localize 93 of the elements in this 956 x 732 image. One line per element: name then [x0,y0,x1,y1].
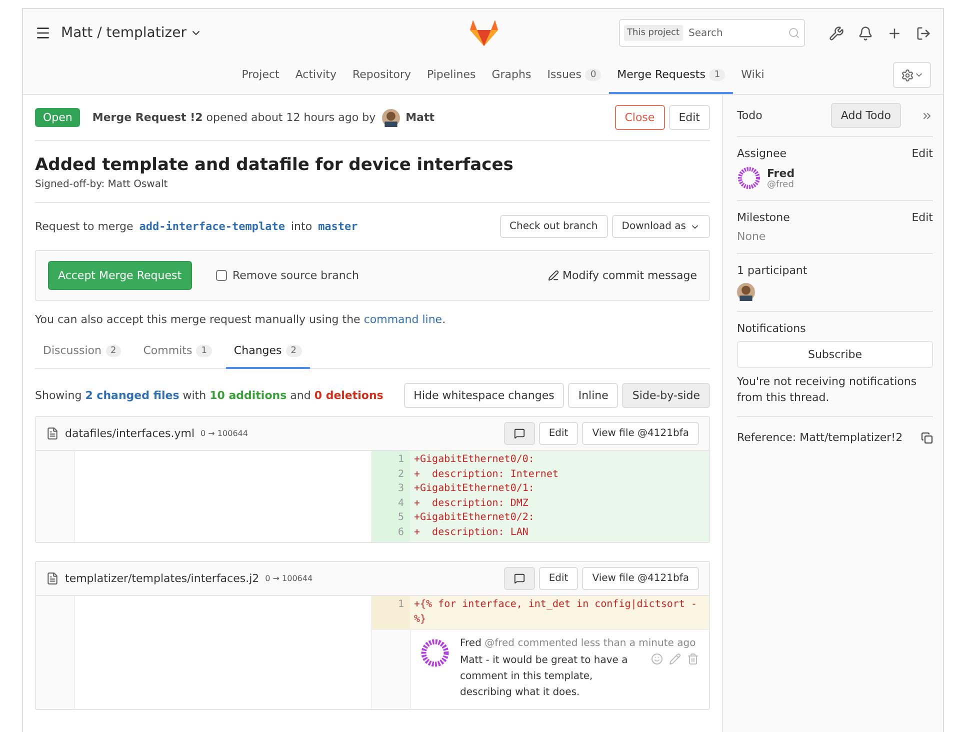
author-name[interactable]: Matt [406,111,434,124]
edit-button[interactable]: Edit [668,105,710,130]
count-badge: 1 [196,344,212,356]
line-number: 1 [372,451,410,468]
line-number: 6 [372,526,410,542]
checkbox-label[interactable]: Remove source branch [232,269,359,282]
count-badge: 2 [286,344,302,356]
description-text: Signed-off-by: Matt Oswalt [35,179,169,190]
nav-tab[interactable]: Activity [287,57,344,94]
assignee-name[interactable]: Fred [767,166,795,180]
count-badge: 0 [585,68,602,80]
comment-body: Matt - it would be great to have a comment in this template, describing what it does. [460,654,629,700]
comment-toggle-button[interactable] [504,422,535,445]
add-todo-button[interactable]: Add Todo [830,103,901,128]
checkbox[interactable] [216,270,227,281]
search-bar[interactable]: This project Search [619,19,805,47]
comment-icon [514,573,525,584]
scope-label: This project [624,25,682,41]
edit-link[interactable]: Edit [912,147,933,160]
settings-icon [900,68,914,82]
nav-tab[interactable]: Pipelines [418,57,484,94]
avatar-icon [737,166,761,190]
file-mode: 0 → 100644 [265,574,313,583]
view-file-button[interactable]: View file @4121bfa [582,422,699,445]
tab[interactable]: Discussion 2 [35,334,130,369]
file-icon [46,427,59,440]
project-title[interactable]: Matt / templatizer [61,25,202,41]
milestone-label: Milestone [737,211,790,224]
file-mode: 0 → 100644 [200,429,248,438]
nav-tab[interactable]: Project [234,57,288,94]
view-file-button[interactable]: View file @4121bfa [582,567,699,590]
nav-tab[interactable]: Repository [344,57,419,94]
merge-request-summary: Merge Request !2 opened about 12 hours ago by [92,111,376,124]
edit-file-button[interactable]: Edit [538,422,578,445]
nav-tab[interactable]: Merge Requests 1 [609,57,734,94]
assignee-handle: @fred [767,180,795,190]
merge-label: Request to merge [35,220,134,233]
merge-request-title: Added template and datafile for device interfaces [35,155,514,175]
line-number: 4 [372,496,410,511]
nav-tab[interactable]: Graphs [484,57,540,94]
comment-icon [514,428,525,439]
comment-toggle-button[interactable] [504,567,535,590]
close-button[interactable]: Close [614,105,665,130]
tab[interactable]: Changes 2 [226,334,310,369]
bell-icon[interactable] [858,26,873,40]
participants-label: 1 participant [737,264,808,277]
notifications-label: Notifications [737,322,807,335]
line-number: 1 [372,596,410,629]
view-button[interactable]: Side-by-side [622,383,710,408]
check-out-button[interactable]: Check out branch [500,215,608,238]
command-line-link[interactable]: command line [364,313,442,326]
modify-commit-button[interactable]: Modify commit message [548,269,697,282]
status-badge: Open [35,108,80,127]
avatar-icon [420,638,450,668]
view-button[interactable]: Hide whitespace changes [404,383,564,408]
search-icon [788,27,800,39]
nav-tab[interactable]: Wiki [733,57,772,94]
changes-summary: Showing 2 changed files with 10 additions and 0 deletions [35,389,384,402]
view-button[interactable]: Inline [568,383,618,408]
avatar-icon [382,108,400,126]
milestone-value: None [737,230,767,243]
notification-notice: You're not receiving notifications from this thread. [737,374,918,406]
count-badge: 1 [709,68,726,80]
count-badge: 2 [106,344,122,356]
file-icon [46,572,59,585]
edit-link[interactable]: Edit [912,211,933,224]
tab[interactable]: Commits 1 [135,334,220,369]
todo-label: Todo [737,109,762,122]
wrench-icon[interactable] [829,26,844,40]
reference-text: Reference: Matt/templatizer!2 [737,431,903,444]
target-branch[interactable]: master [318,220,358,233]
edit-icon [548,270,559,281]
comment-header: Fred @fred commented less than a minute ago [460,638,697,649]
sign-out-icon[interactable] [916,26,931,40]
menu-icon[interactable] [35,25,51,41]
file-path[interactable]: templatizer/templates/interfaces.j2 [65,572,260,585]
fox-logo-icon[interactable] [469,19,499,47]
nav-tab[interactable]: Issues 0 [539,57,610,94]
subscribe-button[interactable]: Subscribe [737,341,933,368]
line-number: 2 [372,468,410,482]
copy-icon[interactable] [921,432,933,444]
line-number: 3 [372,482,410,496]
line-number: 5 [372,511,410,526]
avatar-icon [737,283,755,301]
into-label: into [290,220,312,233]
file-path[interactable]: datafiles/interfaces.yml [65,427,195,440]
edit-file-button[interactable]: Edit [538,567,578,590]
download-button[interactable]: Download as [612,215,710,238]
settings-button[interactable] [893,62,931,88]
plus-icon[interactable] [887,26,902,40]
assignee-label: Assignee [737,147,787,160]
manual-merge-text: You can also accept this merge request manually using the command line. [35,313,446,326]
source-branch[interactable]: add-interface-template [139,220,285,233]
